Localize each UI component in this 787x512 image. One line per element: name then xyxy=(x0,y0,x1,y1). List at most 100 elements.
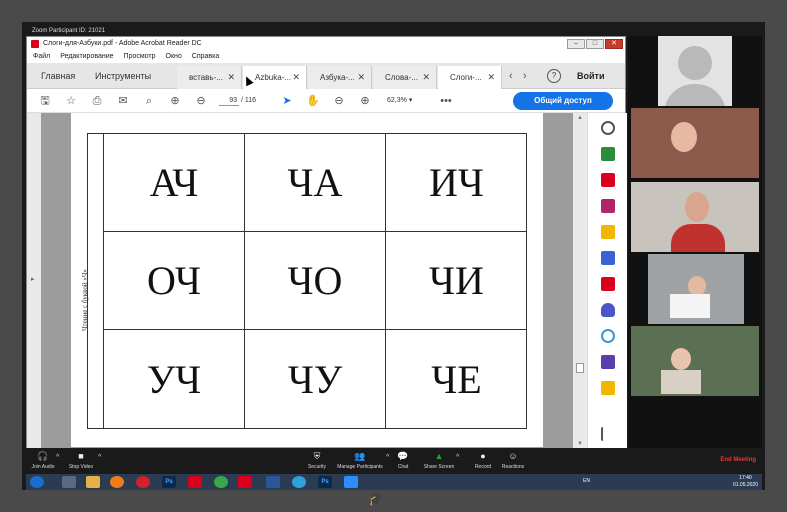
acrobat-window-title: Слоги-для-Азбуки.pdf - Adobe Acrobat Rea… xyxy=(43,40,202,47)
chrome-icon[interactable] xyxy=(214,476,228,488)
photoshop-icon[interactable]: Ps xyxy=(162,476,176,488)
stop-video-button[interactable]: ■ Stop Video xyxy=(66,450,96,470)
participant-video[interactable] xyxy=(631,182,759,252)
sign-in-button[interactable]: Войти xyxy=(577,63,604,89)
join-audio-button[interactable]: 🎧 Join Audio xyxy=(28,450,58,470)
end-meeting-button[interactable]: End Meeting xyxy=(720,457,756,463)
tab-close-icon[interactable]: ✕ xyxy=(357,66,365,89)
select-cursor-icon[interactable]: ➤ xyxy=(279,93,295,109)
reactions-button[interactable]: ☺ Reactions xyxy=(498,450,528,470)
more-tools-panel-icon[interactable] xyxy=(601,381,615,395)
participant-video[interactable] xyxy=(631,326,759,396)
record-button[interactable]: ● Record xyxy=(470,450,496,470)
document-viewport[interactable]: ▸ АЧ ЧА ИЧ ОЧ ЧО ЧИ УЧ ЧУ ЧЕ Чтение с бу… xyxy=(27,113,587,449)
menu-help[interactable]: Справка xyxy=(192,51,219,63)
page-down-icon[interactable]: ⊖ xyxy=(193,93,209,109)
scroll-thumb[interactable] xyxy=(576,363,584,373)
page-indicator: 93 / 116 xyxy=(219,94,256,108)
zoom-level-select[interactable]: 62,3% ▾ xyxy=(387,94,412,108)
share-button[interactable]: Общий доступ xyxy=(513,92,613,110)
maximize-button[interactable]: □ xyxy=(586,39,604,49)
chat-button[interactable]: 💬 Chat xyxy=(390,450,416,470)
tab-document-4[interactable]: Слова-... ✕ xyxy=(373,66,437,89)
audio-options-chevron-icon[interactable]: ^ xyxy=(56,454,59,461)
menu-file[interactable]: Файл xyxy=(33,51,50,63)
tab-scroll-right-icon[interactable]: › xyxy=(523,63,527,89)
page-number-input[interactable]: 93 xyxy=(219,94,239,106)
file-explorer-icon[interactable] xyxy=(86,476,100,488)
tab-close-icon[interactable]: ✕ xyxy=(422,66,430,89)
fill-sign-icon[interactable] xyxy=(601,277,615,291)
search-zoom-icon[interactable]: ⌕ xyxy=(141,93,157,109)
tab-document-2[interactable]: Azbuka-... ✕ xyxy=(243,66,307,89)
close-button[interactable]: ✕ xyxy=(605,39,623,49)
menu-edit[interactable]: Редактирование xyxy=(60,51,113,63)
security-label: Security xyxy=(307,464,327,470)
start-button-icon[interactable] xyxy=(30,476,44,488)
email-icon[interactable]: ✉ xyxy=(115,93,131,109)
menu-view[interactable]: Просмотр xyxy=(124,51,156,63)
acrobat-icon[interactable] xyxy=(188,476,202,488)
tab-scroll-left-icon[interactable]: ‹ xyxy=(509,63,513,89)
save-icon[interactable]: 🖫 xyxy=(37,93,53,109)
syllable-cell: ЧИ xyxy=(386,232,527,330)
tab-document-1[interactable]: вставь-... ✕ xyxy=(177,66,242,89)
video-options-chevron-icon[interactable]: ^ xyxy=(98,454,101,461)
send-for-signature-icon[interactable] xyxy=(601,355,615,369)
tab-document-3[interactable]: Азбука-... ✕ xyxy=(308,66,372,89)
left-panel-toggle[interactable]: ▸ xyxy=(27,113,41,449)
tab-document-5[interactable]: Слоги-... ✕ xyxy=(438,66,502,89)
firefox-icon[interactable] xyxy=(110,476,124,488)
protect-icon[interactable] xyxy=(601,303,615,317)
more-tools-icon[interactable]: ••• xyxy=(435,93,457,109)
tab-close-icon[interactable]: ✕ xyxy=(487,66,495,89)
page-up-icon[interactable]: ⊕ xyxy=(167,93,183,109)
acrobat-reader-icon[interactable] xyxy=(238,476,252,488)
nav-home[interactable]: Главная xyxy=(41,63,75,89)
combine-files-icon[interactable] xyxy=(601,251,615,265)
nav-tools[interactable]: Инструменты xyxy=(95,63,151,89)
help-icon[interactable]: ? xyxy=(547,69,561,83)
zoom-window-title: Zoom Participant ID: 21021 xyxy=(32,28,106,34)
participant-video-placeholder[interactable] xyxy=(658,36,732,106)
hand-tool-icon[interactable]: ✋ xyxy=(305,93,321,109)
search-icon[interactable] xyxy=(601,121,615,135)
telegram-icon[interactable] xyxy=(292,476,306,488)
tab-close-icon[interactable]: ✕ xyxy=(292,66,300,89)
participant-video[interactable] xyxy=(631,108,759,178)
participant-face xyxy=(685,192,709,222)
participants-chevron-icon[interactable]: ^ xyxy=(386,454,389,461)
taskbar-app-icon[interactable] xyxy=(62,476,76,488)
participant-video[interactable] xyxy=(648,254,744,324)
photoshop-icon-2[interactable]: Ps xyxy=(318,476,332,488)
zoom-app-icon[interactable] xyxy=(344,476,358,488)
scroll-down-icon[interactable]: ▼ xyxy=(577,441,583,447)
zoom-out-icon[interactable]: ⊖ xyxy=(331,93,347,109)
comment-icon[interactable] xyxy=(601,225,615,239)
tab-label: Слоги-... xyxy=(450,73,482,82)
opera-icon[interactable] xyxy=(136,476,150,488)
print-icon[interactable]: ⎙ xyxy=(89,93,105,109)
zoom-in-icon[interactable]: ⊕ xyxy=(357,93,373,109)
word-icon[interactable] xyxy=(266,476,280,488)
system-clock[interactable]: 17:40 01.05.2020 xyxy=(733,475,758,489)
minimize-button[interactable]: – xyxy=(567,39,585,49)
create-pdf-icon[interactable] xyxy=(601,173,615,187)
shield-icon: ⛨ xyxy=(313,451,321,461)
manage-participants-button[interactable]: 👥 Manage Participants xyxy=(334,450,386,470)
scroll-up-icon[interactable]: ▲ xyxy=(577,115,583,121)
syllable-cell: АЧ xyxy=(104,134,245,232)
language-indicator[interactable]: EN xyxy=(583,478,590,484)
tab-close-icon[interactable]: ✕ xyxy=(227,66,235,89)
collapse-panel-icon[interactable] xyxy=(601,427,615,441)
zoom-control-bar: 🎧 Join Audio ^ ■ Stop Video ^ ⛨ Security… xyxy=(26,448,762,474)
export-pdf-icon[interactable] xyxy=(601,147,615,161)
bookmark-star-icon[interactable]: ☆ xyxy=(63,93,79,109)
vertical-scrollbar[interactable]: ▲ ▼ xyxy=(573,113,587,449)
menu-window[interactable]: Окно xyxy=(166,51,182,63)
edit-pdf-icon[interactable] xyxy=(601,199,615,213)
security-button[interactable]: ⛨ Security xyxy=(304,450,330,470)
share-screen-button[interactable]: ▲ Share Screen xyxy=(422,450,456,470)
share-chevron-icon[interactable]: ^ xyxy=(456,454,459,461)
send-for-review-icon[interactable] xyxy=(601,329,615,343)
